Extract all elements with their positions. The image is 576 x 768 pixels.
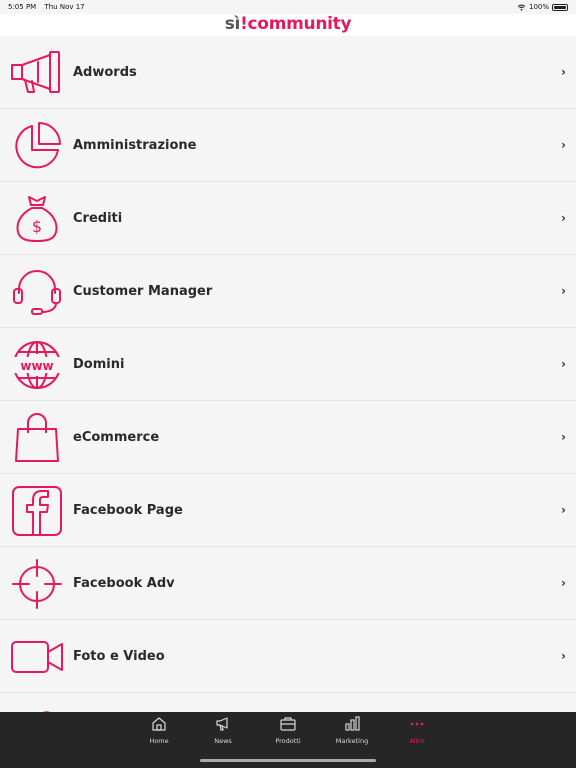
status-bar: 5:05 PM Thu Nov 17 100% bbox=[0, 0, 576, 14]
shopping-bag-icon bbox=[15, 413, 59, 462]
battery-percent: 100% bbox=[528, 3, 549, 11]
svg-text:www: www bbox=[20, 359, 53, 373]
menu-item-foto-video[interactable]: Foto e Video › bbox=[0, 620, 576, 693]
menu-item-domini[interactable]: www Domini › bbox=[0, 328, 576, 401]
chevron-right-icon: › bbox=[561, 357, 566, 371]
tab-label: Altro bbox=[409, 737, 425, 745]
crosshair-icon bbox=[12, 559, 62, 609]
menu-item-label: Foto e Video bbox=[73, 649, 165, 664]
menu-item-adwords[interactable]: Adwords › bbox=[0, 36, 576, 109]
chevron-right-icon: › bbox=[561, 138, 566, 152]
menu-item-label: eCommerce bbox=[73, 430, 160, 445]
menu-item-label: Facebook Adv bbox=[73, 576, 175, 591]
svg-text:$: $ bbox=[32, 217, 42, 236]
more-dots-icon bbox=[410, 722, 424, 726]
app-logo: sì!community bbox=[224, 14, 352, 34]
pie-chart-icon bbox=[15, 122, 61, 169]
menu-item-customer-manager[interactable]: Customer Manager › bbox=[0, 255, 576, 328]
menu-item-label: Crediti bbox=[73, 211, 123, 226]
home-indicator[interactable] bbox=[200, 759, 376, 762]
menu-item-facebook-adv[interactable]: Facebook Adv › bbox=[0, 547, 576, 620]
tab-label: News bbox=[214, 737, 232, 745]
globe-www-icon: www bbox=[11, 341, 63, 389]
menu-item-ecommerce[interactable]: eCommerce › bbox=[0, 401, 576, 474]
menu-item-amministrazione[interactable]: Amministrazione › bbox=[0, 109, 576, 182]
partial-item-icon bbox=[43, 711, 51, 712]
chevron-right-icon: › bbox=[561, 649, 566, 663]
menu-item-crediti[interactable]: $ Crediti › bbox=[0, 182, 576, 255]
tab-label: Marketing bbox=[335, 737, 369, 745]
chevron-right-icon: › bbox=[561, 430, 566, 444]
menu-item-label: Facebook Page bbox=[73, 503, 183, 518]
menu-item-facebook-page[interactable]: Facebook Page › bbox=[0, 474, 576, 547]
menu-item-label: Amministrazione bbox=[73, 138, 197, 153]
facebook-icon bbox=[12, 486, 62, 536]
chevron-right-icon: › bbox=[561, 503, 566, 517]
tab-prodotti[interactable]: Prodotti bbox=[263, 716, 313, 745]
home-icon bbox=[152, 717, 166, 731]
megaphone-icon bbox=[11, 51, 60, 93]
menu-list: Adwords › Amministrazione › $ Crediti › … bbox=[0, 36, 576, 712]
battery-icon bbox=[552, 3, 568, 11]
status-date: Thu Nov 17 bbox=[44, 3, 85, 11]
tab-altro[interactable]: Altro bbox=[392, 716, 442, 745]
money-bag-icon: $ bbox=[16, 196, 58, 242]
menu-item-label: Customer Manager bbox=[73, 284, 213, 299]
chevron-right-icon: › bbox=[561, 211, 566, 225]
headset-icon bbox=[13, 270, 61, 315]
status-time: 5:05 PM bbox=[8, 3, 37, 11]
tab-label: Home bbox=[149, 737, 169, 745]
menu-item-partial[interactable] bbox=[0, 693, 576, 712]
wifi-icon bbox=[517, 4, 526, 11]
chevron-right-icon: › bbox=[561, 284, 566, 298]
chevron-right-icon: › bbox=[561, 65, 566, 79]
briefcase-icon bbox=[280, 717, 296, 731]
tab-label: Prodotti bbox=[275, 737, 301, 745]
chevron-right-icon: › bbox=[561, 576, 566, 590]
tab-marketing[interactable]: Marketing bbox=[327, 716, 377, 745]
app-header: sì!community bbox=[0, 14, 576, 36]
tab-news[interactable]: News bbox=[198, 716, 248, 745]
video-camera-icon bbox=[11, 641, 63, 673]
tab-home[interactable]: Home bbox=[134, 716, 184, 745]
megaphone-icon bbox=[216, 717, 228, 731]
bar-chart-icon bbox=[345, 716, 360, 731]
menu-item-label: Adwords bbox=[73, 65, 137, 80]
menu-item-label: Domini bbox=[73, 357, 125, 372]
